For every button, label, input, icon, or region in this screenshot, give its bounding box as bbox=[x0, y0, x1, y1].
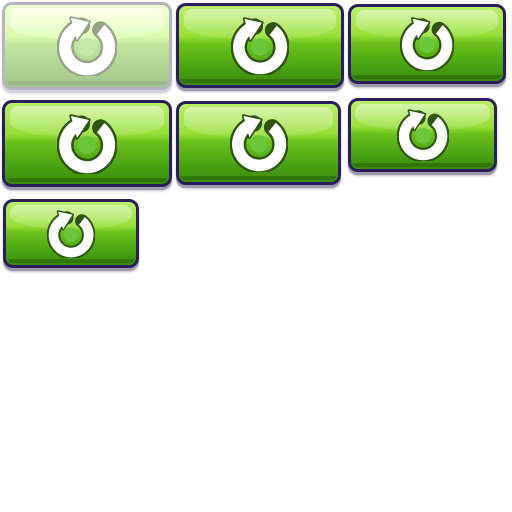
restart-icon bbox=[229, 114, 288, 172]
restart-button[interactable] bbox=[348, 98, 497, 172]
restart-button[interactable] bbox=[3, 199, 139, 268]
restart-icon bbox=[57, 16, 117, 76]
restart-icon bbox=[396, 109, 449, 161]
restart-icon bbox=[231, 16, 289, 75]
restart-button[interactable] bbox=[176, 3, 344, 88]
restart-icon bbox=[57, 113, 117, 174]
restart-button[interactable] bbox=[2, 100, 172, 187]
restart-button[interactable] bbox=[176, 101, 341, 185]
restart-button-disabled bbox=[2, 2, 172, 90]
restart-button[interactable] bbox=[348, 4, 506, 84]
restart-icon bbox=[400, 17, 454, 71]
restart-button-sprite-sheet bbox=[0, 0, 512, 512]
restart-icon bbox=[47, 209, 95, 258]
